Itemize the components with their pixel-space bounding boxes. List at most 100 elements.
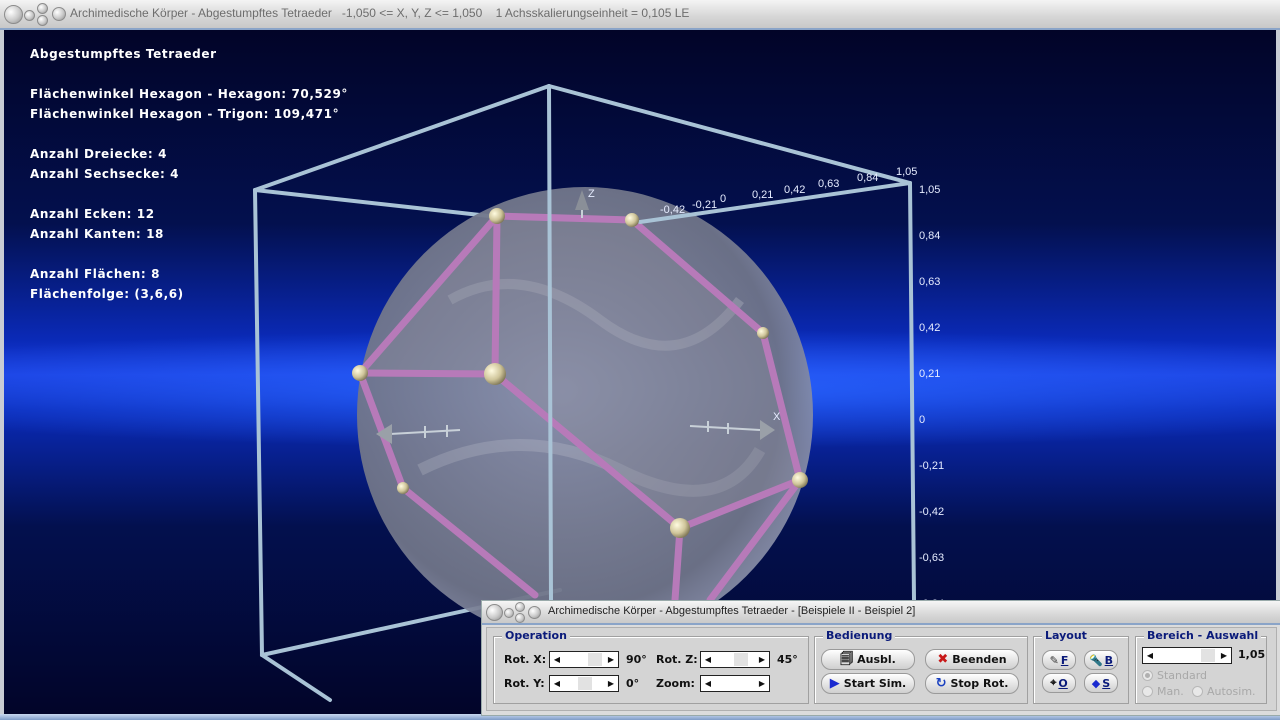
autosim-radio[interactable]: Autosim. [1192, 685, 1256, 698]
autosim-radio-label: Autosim. [1207, 685, 1256, 698]
bereich-slider[interactable]: ◀ ▶ [1142, 647, 1232, 664]
bereich-auswahl-label: Bereich - Auswahl [1144, 629, 1262, 642]
bereich-value: 1,05 [1238, 648, 1266, 661]
frame-edge [638, 181, 912, 224]
standard-radio[interactable]: Standard [1142, 669, 1207, 682]
arrow-right-icon[interactable]: ▶ [1217, 648, 1231, 663]
vertex [489, 208, 505, 224]
arrow-left-icon[interactable]: ◀ [1143, 648, 1157, 663]
layout-label: Layout [1042, 629, 1090, 642]
slider-thumb[interactable] [1201, 649, 1215, 662]
info-vertex-count: Anzahl Ecken: 12 [30, 207, 155, 221]
arrow-left-icon[interactable]: ◀ [701, 676, 715, 691]
arrow-right-icon[interactable]: ▶ [604, 652, 618, 667]
edge [671, 524, 684, 604]
vertex [397, 482, 409, 494]
right-axis-tick-label: -0,63 [919, 552, 944, 564]
edge [491, 212, 501, 378]
right-axis-tick-label: 0,63 [919, 276, 940, 288]
arrow-left-icon[interactable]: ◀ [701, 652, 715, 667]
layout-f-button[interactable]: ✎ F [1042, 650, 1076, 670]
layout-f-label: F [1060, 653, 1069, 667]
cube-icon: ◆ [1091, 676, 1101, 690]
manual-radio[interactable]: Man. [1142, 685, 1184, 698]
rot-z-slider[interactable]: ◀ ▶ [700, 651, 770, 668]
operation-group: Operation Rot. X: ◀ ▶ 90° Rot. Y: ◀ ▶ 0°… [493, 629, 809, 704]
stop-rot-button[interactable]: ↻ Stop Rot. [925, 673, 1019, 694]
info-angle-hexagon-hexagon: Flächenwinkel Hexagon - Hexagon: 70,529° [30, 87, 348, 101]
dialog-orb-small[interactable] [504, 608, 514, 618]
rot-x-value: 90° [626, 653, 647, 666]
vertex [757, 327, 769, 339]
dialog-titlebar[interactable]: Archimedische Körper - Abgestumpftes Tet… [482, 601, 1280, 625]
close-x-icon: ✖ [937, 652, 949, 667]
paint-brush-icon: ✎ [1049, 653, 1059, 667]
frame-edge [547, 84, 553, 602]
start-sim-button[interactable]: ▶ Start Sim. [821, 673, 915, 694]
radio-dot[interactable] [1192, 686, 1203, 697]
rot-x-slider[interactable]: ◀ ▶ [549, 651, 619, 668]
radio-dot[interactable] [1142, 670, 1153, 681]
vertex [352, 365, 368, 381]
bereich-auswahl-group: Bereich - Auswahl ◀ ▶ 1,05 Standard Man.… [1135, 629, 1267, 704]
control-dialog: Archimedische Körper - Abgestumpftes Tet… [481, 600, 1280, 716]
top-axis-tick-label: -0,21 [692, 199, 717, 211]
right-axis-tick-label: 0,42 [919, 322, 940, 334]
rot-z-value: 45° [777, 653, 798, 666]
dialog-control-orbs[interactable] [486, 602, 546, 624]
info-triangle-count: Anzahl Dreiecke: 4 [30, 147, 168, 161]
right-axis-tick-label: -0,42 [919, 506, 944, 518]
manual-radio-label: Man. [1157, 685, 1184, 698]
layout-s-label: S [1102, 676, 1111, 690]
top-axis-tick-label: 0,63 [818, 178, 839, 190]
top-axis-tick-label: 0,42 [784, 184, 805, 196]
frame-edge [908, 181, 916, 602]
start-sim-button-label: Start Sim. [843, 677, 907, 690]
radio-dot[interactable] [1142, 686, 1153, 697]
info-heading: Abgestumpftes Tetraeder [30, 47, 217, 61]
layout-s-button[interactable]: ◆ S [1084, 673, 1118, 693]
standard-radio-label: Standard [1157, 669, 1208, 682]
slider-thumb[interactable] [588, 653, 602, 666]
info-hexagon-count: Anzahl Sechsecke: 4 [30, 167, 180, 181]
rot-y-value: 0° [626, 677, 640, 690]
right-axis-tick-label: 0,21 [919, 368, 940, 380]
layout-o-button[interactable]: ⌖ O [1042, 673, 1076, 693]
top-axis-tick-label: 0,84 [857, 172, 878, 184]
top-axis-tick-label: -0,42 [660, 204, 685, 216]
edge [493, 212, 636, 224]
dialog-orb-large[interactable] [486, 604, 503, 621]
layout-o-label: O [1058, 676, 1068, 690]
slider-thumb[interactable] [578, 677, 592, 690]
right-axis-tick-label: 1,05 [919, 184, 940, 196]
x-axis-label: X [773, 411, 781, 423]
layout-b-button[interactable]: 🔦 B [1084, 650, 1118, 670]
zoom-label: Zoom: [656, 677, 695, 690]
dialog-title: Archimedische Körper - Abgestumpftes Tet… [548, 605, 916, 617]
layout-group: Layout ✎ F 🔦 B ⌖ O ◆ S [1033, 629, 1129, 704]
rotate-icon: ↻ [935, 676, 947, 691]
bedienung-label: Bedienung [823, 629, 896, 642]
arrow-right-icon[interactable]: ▶ [755, 676, 769, 691]
zoom-slider[interactable]: ◀ ▶ [700, 675, 770, 692]
arrow-left-icon[interactable]: ◀ [550, 652, 564, 667]
arrow-left-icon[interactable]: ◀ [550, 676, 564, 691]
dialog-orb-bottom[interactable] [515, 613, 525, 623]
right-axis-tick-label: -0,21 [919, 460, 944, 472]
info-face-count: Anzahl Flächen: 8 [30, 267, 161, 281]
arrow-right-icon[interactable]: ▶ [604, 676, 618, 691]
right-axis-ticks: 1,050,840,630,420,210-0,21-0,42-0,63-0,8… [919, 184, 944, 610]
dialog-orb-title[interactable] [528, 606, 541, 619]
flashlight-icon: 🔦 [1088, 653, 1103, 667]
rot-x-label: Rot. X: [504, 653, 547, 666]
dialog-body: Operation Rot. X: ◀ ▶ 90° Rot. Y: ◀ ▶ 0°… [486, 627, 1277, 711]
dialog-orb-top[interactable] [515, 602, 525, 612]
beenden-button[interactable]: ✖ Beenden [925, 649, 1019, 670]
rot-y-slider[interactable]: ◀ ▶ [549, 675, 619, 692]
arrow-right-icon[interactable]: ▶ [755, 652, 769, 667]
info-face-sequence: Flächenfolge: (3,6,6) [30, 287, 184, 301]
ausblenden-button[interactable]: 🗐 Ausbl. [821, 649, 915, 670]
slider-thumb[interactable] [734, 653, 748, 666]
info-edge-count: Anzahl Kanten: 18 [30, 227, 164, 241]
vertex [484, 363, 506, 385]
